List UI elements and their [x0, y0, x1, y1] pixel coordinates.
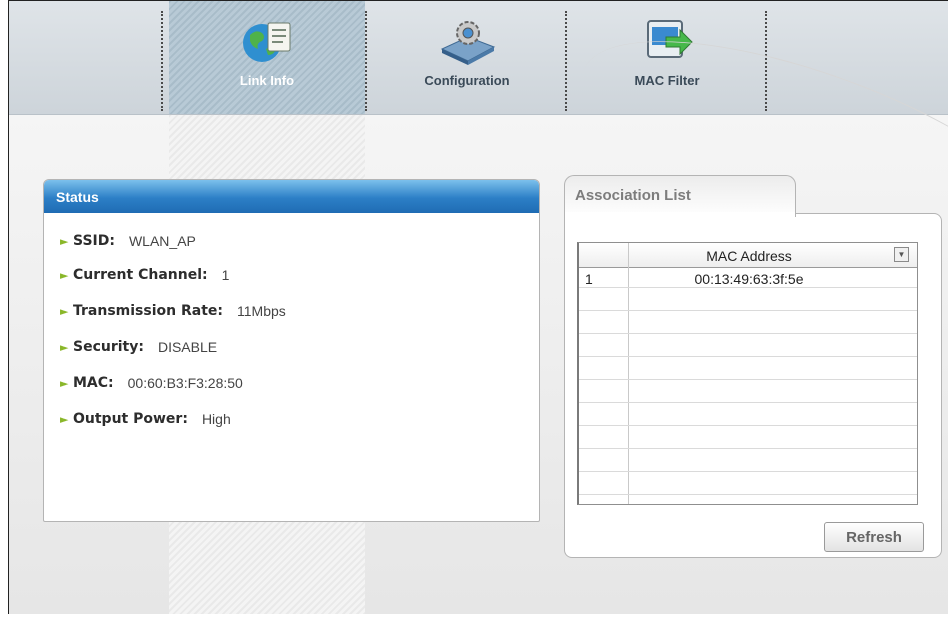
status-panel-title: Status [44, 180, 539, 213]
table-header: MAC Address ▼ [579, 243, 917, 268]
bullet-arrow-icon: ► [60, 304, 69, 318]
row-divider [579, 402, 917, 403]
nav-separator [161, 11, 163, 111]
status-row-security: ► Security: DISABLE [60, 337, 217, 357]
status-label: Output Power: [73, 411, 188, 427]
status-label: Transmission Rate: [73, 303, 223, 319]
nav-separator [365, 11, 367, 111]
status-value: 00:60:B3:F3:28:50 [127, 375, 243, 391]
status-row-rate: ► Transmission Rate: 11Mbps [60, 301, 286, 321]
app-frame: Link Info Configuration MAC Filter Statu… [8, 0, 948, 614]
bullet-arrow-icon: ► [60, 376, 69, 390]
row-divider [579, 494, 917, 495]
status-value: 1 [221, 267, 230, 283]
status-label: Current Channel: [73, 267, 208, 283]
status-panel: Status ► SSID: WLAN_AP ► Current Channel… [43, 179, 540, 522]
status-row-output-power: ► Output Power: High [60, 409, 231, 429]
nav-separator [565, 11, 567, 111]
bullet-arrow-icon: ► [60, 340, 69, 354]
row-divider [579, 310, 917, 311]
row-divider [579, 356, 917, 357]
bullet-arrow-icon: ► [60, 412, 69, 426]
column-menu-icon[interactable]: ▼ [894, 247, 909, 262]
association-list-tab[interactable]: Association List [564, 175, 796, 217]
bullet-arrow-icon: ► [60, 268, 69, 282]
status-label: SSID: [73, 233, 115, 249]
row-divider [579, 379, 917, 380]
gear-device-icon [440, 21, 496, 65]
refresh-button[interactable]: Refresh [824, 522, 924, 552]
globe-document-icon [243, 22, 291, 62]
tab-label: Configuration [424, 73, 510, 88]
bullet-arrow-icon: ► [60, 234, 69, 248]
status-label: MAC: [73, 375, 114, 391]
row-divider [579, 287, 917, 288]
status-value: DISABLE [157, 339, 218, 355]
tab-join [565, 212, 795, 216]
tab-label: Link Info [239, 73, 295, 88]
row-mac-address: 00:13:49:63:3f:5e [694, 271, 804, 287]
row-index: 1 [585, 271, 593, 287]
status-row-mac: ► MAC: 00:60:B3:F3:28:50 [60, 373, 243, 393]
status-value: WLAN_AP [128, 233, 196, 249]
column-header-mac-address[interactable]: MAC Address [629, 243, 869, 267]
status-row-ssid: ► SSID: WLAN_AP [60, 231, 196, 251]
tab-configuration[interactable]: Configuration [369, 1, 565, 114]
status-row-channel: ► Current Channel: 1 [60, 265, 229, 285]
row-divider [579, 471, 917, 472]
status-value: 11Mbps [237, 303, 286, 319]
status-label: Security: [73, 339, 144, 355]
tab-link-info[interactable]: Link Info [169, 1, 365, 114]
status-value: High [201, 411, 231, 427]
association-table: MAC Address ▼ 1 00:13:49:63:3f:5e [577, 242, 918, 505]
row-divider [579, 333, 917, 334]
row-divider [579, 425, 917, 426]
row-divider [579, 448, 917, 449]
